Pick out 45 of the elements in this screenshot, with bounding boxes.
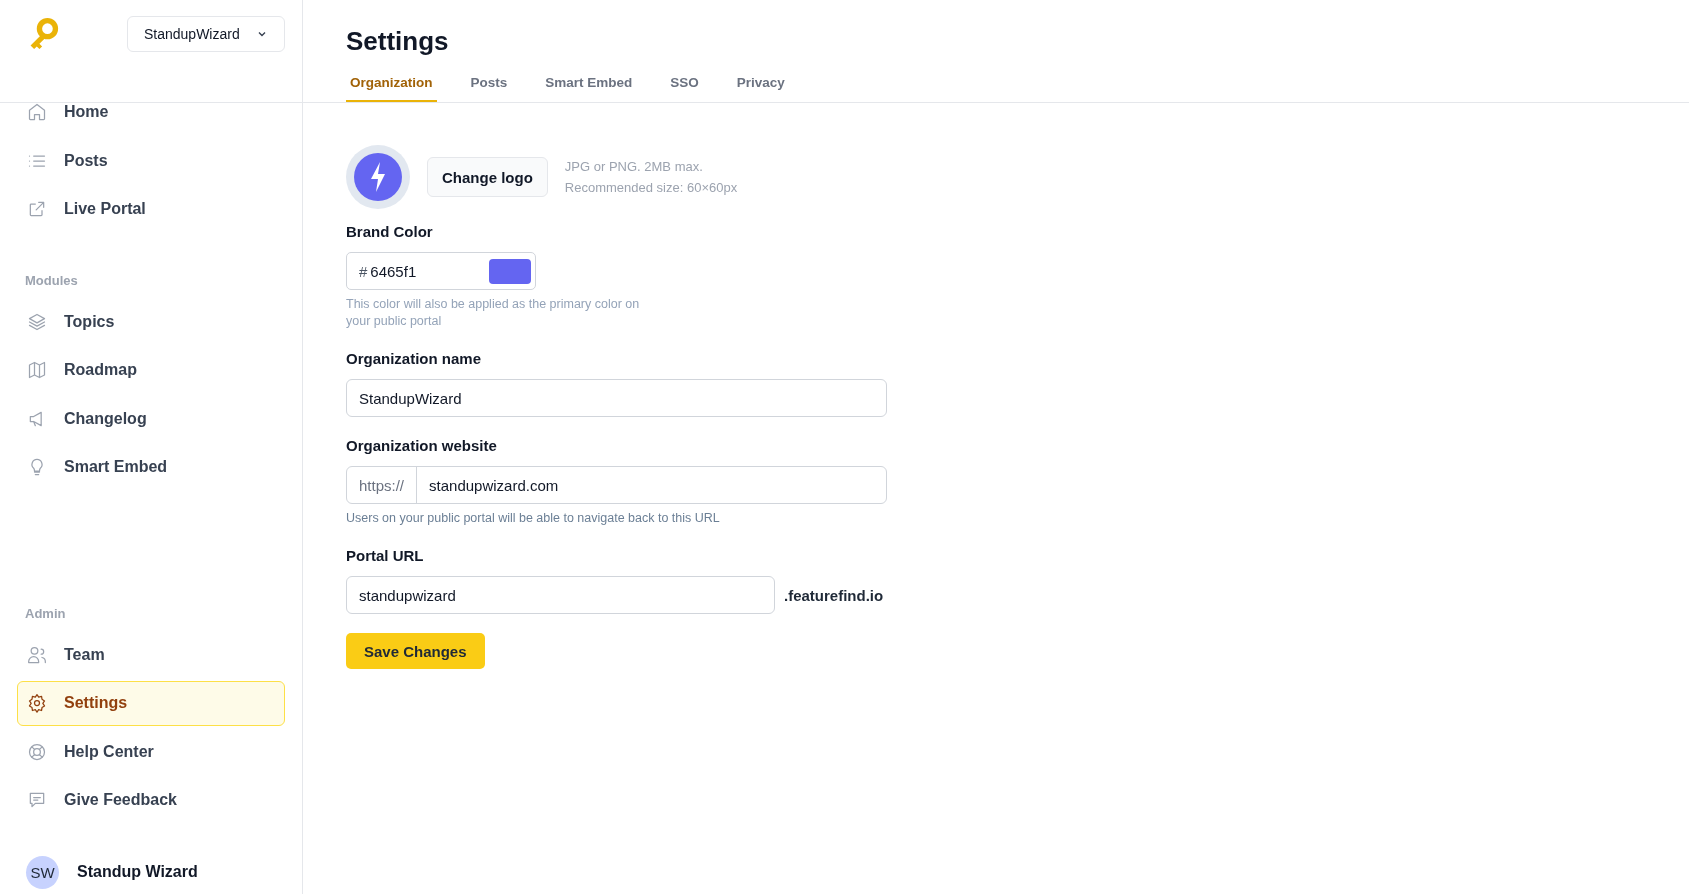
nav-item[interactable]: Help Center <box>17 729 285 774</box>
section-heading: Modules <box>24 272 79 288</box>
page-title: Settings <box>346 26 450 57</box>
layers-icon <box>27 311 47 332</box>
nav-item[interactable]: Roadmap <box>17 348 285 393</box>
change-logo-button[interactable]: Change logo <box>427 157 548 197</box>
user-avatar: SW <box>26 855 59 889</box>
nav-item[interactable]: Changelog <box>17 396 285 441</box>
nav-item[interactable]: Give Feedback <box>17 778 285 823</box>
nav-item[interactable]: Topics <box>17 299 285 344</box>
home-icon <box>27 102 47 123</box>
nav-item[interactable]: Home <box>17 90 285 135</box>
tab[interactable]: Posts <box>466 75 512 102</box>
hash-prefix: # <box>359 262 368 280</box>
nav-item[interactable]: Smart Embed <box>17 445 285 490</box>
map-icon <box>27 360 47 381</box>
tab[interactable]: SSO <box>666 75 703 102</box>
help-text: This color will also be applied as the primary color on your public portal <box>346 296 641 330</box>
help-text: Users on your public portal will be able to navigate back to this URL <box>346 510 720 527</box>
nav-item[interactable]: Team <box>17 632 285 677</box>
gear-icon <box>27 693 47 714</box>
workspace-select[interactable]: StandupWizard <box>127 16 285 52</box>
organization-name-field[interactable]: StandupWizard <box>346 379 887 417</box>
tab[interactable]: Smart Embed <box>541 75 637 102</box>
nav-item[interactable]: Settings <box>17 681 285 726</box>
users-icon <box>27 644 47 665</box>
brand-color-field[interactable]: # 6465f1 <box>346 252 536 290</box>
portal-url-field[interactable]: standupwizard <box>346 576 775 614</box>
field-label: Organization website <box>346 437 497 454</box>
section-heading: Admin <box>24 605 67 621</box>
color-swatch[interactable] <box>489 258 531 284</box>
nav-item[interactable]: Live Portal <box>17 187 285 232</box>
tab[interactable]: Organization <box>346 75 437 102</box>
field-label: Brand Color <box>346 223 433 240</box>
field-label: Portal URL <box>346 547 424 564</box>
field-label: Organization name <box>346 350 482 367</box>
lifebuoy-icon <box>27 741 47 762</box>
save-changes-button[interactable]: Save Changes <box>346 633 485 669</box>
user-name: Standup Wizard <box>77 863 198 881</box>
color-value: 6465f1 <box>370 262 418 280</box>
nav-item[interactable]: Posts <box>17 138 285 183</box>
domain-suffix: .featurefind.io <box>784 586 884 604</box>
tab[interactable]: Privacy <box>732 75 789 102</box>
logo-hint: JPG or PNG. 2MB max. <box>564 158 704 176</box>
logo-hint: Recommended size: 60×60px <box>564 179 738 197</box>
